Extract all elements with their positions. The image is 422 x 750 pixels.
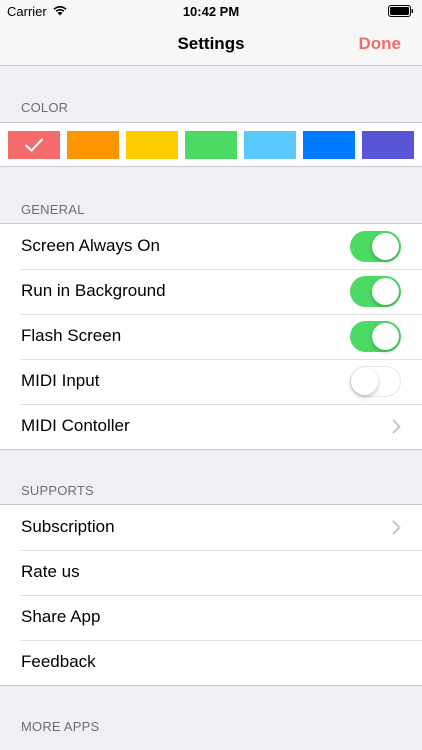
row-label: Run in Background <box>21 281 166 300</box>
color-swatch-4[interactable] <box>244 131 296 159</box>
status-time: 10:42 PM <box>182 4 240 19</box>
toggle-knob <box>351 367 378 395</box>
toggle-switch[interactable] <box>350 231 401 262</box>
row-label: Feedback <box>21 652 96 671</box>
color-swatch-2[interactable] <box>126 131 178 159</box>
supports-row-1[interactable]: Rate us <box>0 550 422 595</box>
color-swatch-3[interactable] <box>185 131 237 159</box>
section-header-general: GENERAL <box>21 202 85 217</box>
general-row-4[interactable]: MIDI Contoller <box>0 404 422 449</box>
supports-group: Subscription Rate us Share App Feedback <box>0 504 422 686</box>
navigation-bar: Settings Done <box>0 22 422 66</box>
status-bar: Carrier 10:42 PM <box>0 0 422 22</box>
row-label: Share App <box>21 607 101 626</box>
toggle-knob <box>372 323 399 350</box>
general-row-3[interactable]: MIDI Input <box>0 359 422 404</box>
color-picker <box>0 122 422 167</box>
general-settings-group: Screen Always On Run in Background Flash S… <box>0 223 422 450</box>
color-swatch-6[interactable] <box>362 131 414 159</box>
toggle-knob <box>372 278 399 305</box>
row-label: Screen Always On <box>21 236 160 255</box>
color-swatch-0[interactable] <box>8 131 60 159</box>
supports-row-0[interactable]: Subscription <box>0 505 422 550</box>
row-label: MIDI Input <box>21 371 100 390</box>
color-swatch-5[interactable] <box>303 131 355 159</box>
chevron-right-icon <box>392 520 401 535</box>
toggle-switch[interactable] <box>350 366 401 397</box>
supports-row-2[interactable]: Share App <box>0 595 422 640</box>
section-header-supports: SUPPORTS <box>21 483 94 498</box>
done-button[interactable]: Done <box>359 34 402 54</box>
row-label: Subscription <box>21 517 115 536</box>
section-header-more-apps: MORE APPS <box>21 719 100 734</box>
battery-icon <box>388 5 414 17</box>
toggle-switch[interactable] <box>350 321 401 352</box>
section-header-color: COLOR <box>21 100 69 115</box>
general-row-0[interactable]: Screen Always On <box>0 224 422 269</box>
row-label: Rate us <box>21 562 80 581</box>
row-label: MIDI Contoller <box>21 416 130 435</box>
general-row-1[interactable]: Run in Background <box>0 269 422 314</box>
checkmark-icon <box>25 138 43 152</box>
toggle-switch[interactable] <box>350 276 401 307</box>
general-row-2[interactable]: Flash Screen <box>0 314 422 359</box>
row-label: Flash Screen <box>21 326 122 345</box>
color-swatch-1[interactable] <box>67 131 119 159</box>
toggle-knob <box>372 233 399 260</box>
supports-row-3[interactable]: Feedback <box>0 640 422 685</box>
chevron-right-icon <box>392 419 401 434</box>
